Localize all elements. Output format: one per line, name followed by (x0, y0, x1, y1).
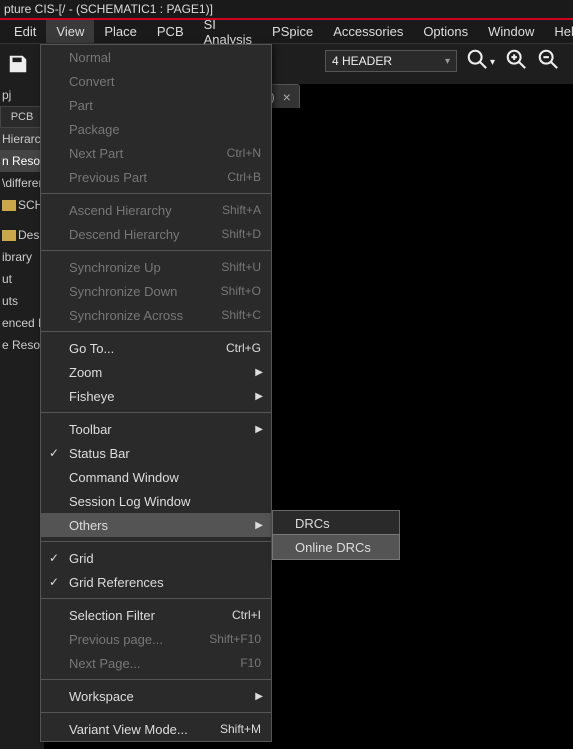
menuitem-status-bar[interactable]: ✓Status Bar (41, 441, 271, 465)
menuitem-previous-part[interactable]: Previous PartCtrl+B (41, 165, 271, 189)
tree-item[interactable]: uts (0, 290, 44, 312)
menuitem-drcs[interactable]: DRCs (273, 511, 399, 535)
menuitem-others[interactable]: Others▶ (41, 513, 271, 537)
checkmark-icon: ✓ (49, 446, 59, 460)
menuitem-package[interactable]: Package (41, 117, 271, 141)
menuitem-ascend-hierarchy[interactable]: Ascend HierarchyShift+A (41, 198, 271, 222)
menu-separator (41, 679, 271, 680)
checkmark-icon: ✓ (49, 575, 59, 589)
view-dropdown-menu: Normal Convert Part Package Next PartCtr… (40, 44, 272, 742)
tree-item[interactable]: enced P (0, 312, 44, 334)
menu-separator (41, 541, 271, 542)
menubar: Edit View Place PCB SI Analysis PSpice A… (0, 18, 573, 44)
tab-hierarchy[interactable]: Hierarc (0, 128, 44, 150)
menuitem-descend-hierarchy[interactable]: Descend HierarchyShift+D (41, 222, 271, 246)
menu-pspice[interactable]: PSpice (262, 20, 323, 43)
search-icon[interactable] (466, 48, 488, 76)
menuitem-next-part[interactable]: Next PartCtrl+N (41, 141, 271, 165)
menu-window[interactable]: Window (478, 20, 544, 43)
menuitem-variant-view[interactable]: Variant View Mode...Shift+M (41, 717, 271, 741)
menuitem-toolbar[interactable]: Toolbar▶ (41, 417, 271, 441)
folder-icon (2, 200, 16, 211)
tree-item[interactable]: Desi (0, 224, 44, 246)
menuitem-goto[interactable]: Go To...Ctrl+G (41, 336, 271, 360)
tree-item[interactable]: n Resou (0, 150, 44, 172)
menuitem-part[interactable]: Part (41, 93, 271, 117)
menuitem-workspace[interactable]: Workspace▶ (41, 684, 271, 708)
tree-item[interactable]: ibrary (0, 246, 44, 268)
menuitem-fisheye[interactable]: Fisheye▶ (41, 384, 271, 408)
menuitem-grid[interactable]: ✓Grid (41, 546, 271, 570)
menu-pcb[interactable]: PCB (147, 20, 194, 43)
tree-item[interactable]: e Resou (0, 334, 44, 356)
menuitem-zoom[interactable]: Zoom▶ (41, 360, 271, 384)
window-titlebar: pture CIS-[/ - (SCHEMATIC1 : PAGE1)] (0, 0, 573, 18)
menuitem-command-window[interactable]: Command Window (41, 465, 271, 489)
submenu-arrow-icon: ▶ (255, 520, 263, 531)
checkmark-icon: ✓ (49, 551, 59, 565)
menu-options[interactable]: Options (413, 20, 478, 43)
menu-accessories[interactable]: Accessories (323, 20, 413, 43)
menuitem-convert[interactable]: Convert (41, 69, 271, 93)
menu-separator (41, 331, 271, 332)
menu-help[interactable]: Help (544, 20, 573, 43)
tree-item[interactable]: pj (0, 84, 44, 106)
menuitem-online-drcs[interactable]: Online DRCs (272, 534, 400, 560)
caret-down-icon[interactable]: ▾ (490, 57, 495, 68)
submenu-arrow-icon: ▶ (255, 424, 263, 435)
menuitem-session-log[interactable]: Session Log Window (41, 489, 271, 513)
menuitem-selection-filter[interactable]: Selection FilterCtrl+I (41, 603, 271, 627)
menu-separator (41, 598, 271, 599)
submenu-arrow-icon: ▶ (255, 367, 263, 378)
menu-separator (41, 193, 271, 194)
panel-header-pcb[interactable]: PCB (0, 106, 44, 128)
save-icon[interactable] (4, 50, 32, 78)
project-tree-panel: pj PCB Hierarc n Resou \differen SCH Des… (0, 84, 44, 749)
menuitem-normal[interactable]: Normal (41, 45, 271, 69)
tree-item[interactable]: \differen (0, 172, 44, 194)
menuitem-sync-across[interactable]: Synchronize AcrossShift+C (41, 303, 271, 327)
menu-edit[interactable]: Edit (4, 20, 46, 43)
menuitem-next-page[interactable]: Next Page...F10 (41, 651, 271, 675)
others-submenu: DRCs Online DRCs (272, 510, 400, 560)
zoom-out-icon[interactable] (537, 48, 559, 76)
menuitem-grid-references[interactable]: ✓Grid References (41, 570, 271, 594)
menuitem-sync-up[interactable]: Synchronize UpShift+U (41, 255, 271, 279)
folder-icon (2, 230, 16, 241)
menuitem-prev-page[interactable]: Previous page...Shift+F10 (41, 627, 271, 651)
submenu-arrow-icon: ▶ (255, 391, 263, 402)
menu-separator (41, 250, 271, 251)
tree-item[interactable]: ut (0, 268, 44, 290)
menu-separator (41, 412, 271, 413)
caret-down-icon: ▾ (445, 56, 450, 67)
zoom-in-icon[interactable] (505, 48, 527, 76)
menu-place[interactable]: Place (94, 20, 147, 43)
menu-separator (41, 712, 271, 713)
submenu-arrow-icon: ▶ (255, 691, 263, 702)
part-select-combo[interactable]: 4 HEADER ▾ (325, 50, 457, 72)
part-select-value: 4 HEADER (332, 54, 392, 68)
tree-item[interactable]: SCH (0, 194, 44, 216)
close-icon[interactable]: × (283, 89, 291, 105)
menu-view[interactable]: View (46, 20, 94, 43)
zoom-controls: ▾ (466, 48, 559, 76)
menuitem-sync-down[interactable]: Synchronize DownShift+O (41, 279, 271, 303)
